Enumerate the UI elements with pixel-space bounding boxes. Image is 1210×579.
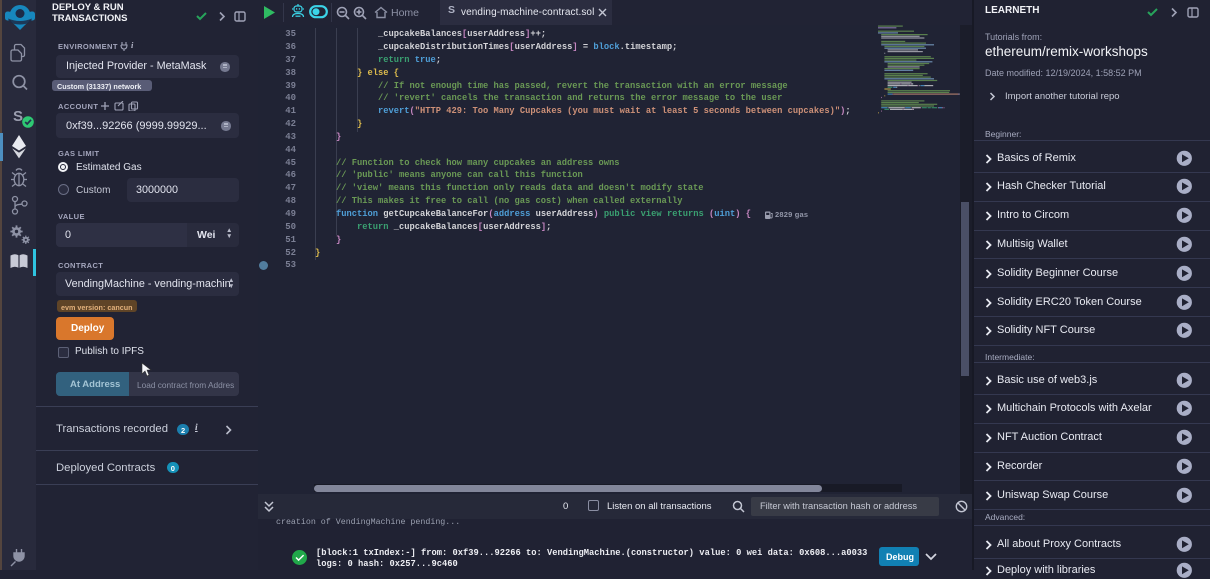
svg-text:S: S [13,108,23,125]
